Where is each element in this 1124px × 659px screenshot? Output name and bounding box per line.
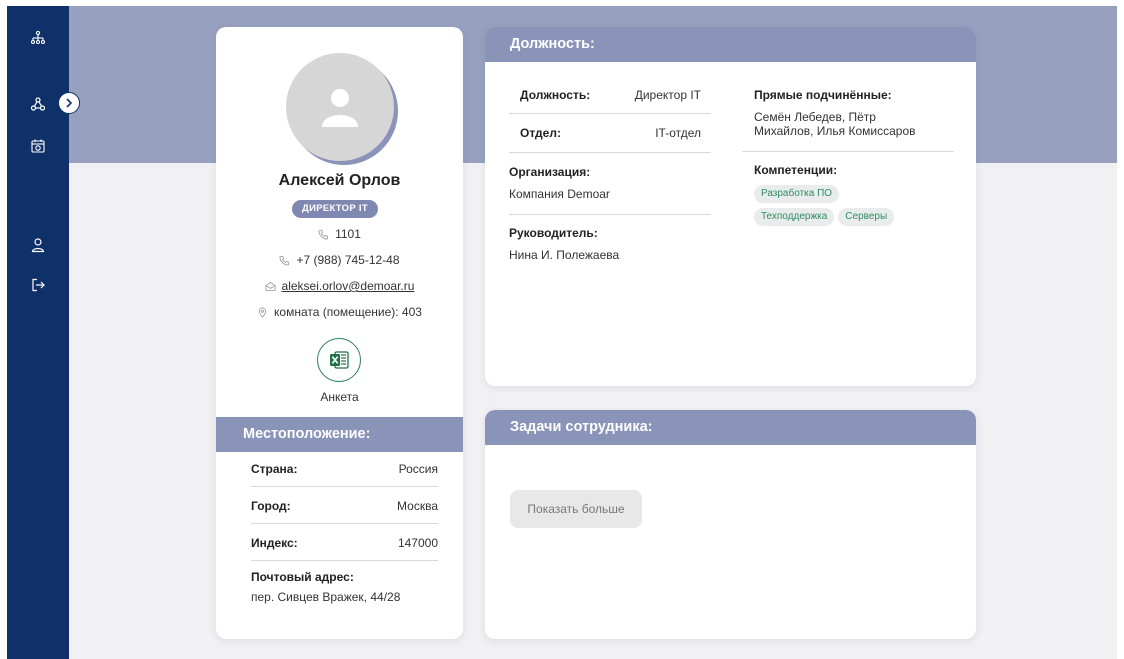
manager-label-wrap: Руководитель: xyxy=(509,226,598,240)
tasks-card: Задачи сотрудника: Показать больше xyxy=(485,410,976,639)
competencies-tags: Разработка ПО Техподдержка Серверы xyxy=(754,185,944,231)
organization-value: Компания Demoar xyxy=(509,187,610,201)
profile-card: Алексей Орлов ДИРЕКТОР IT 1101 +7 (988) … xyxy=(216,27,463,639)
room-row: комната (помещение): 403 xyxy=(216,305,463,319)
form-label[interactable]: Анкета xyxy=(216,390,463,404)
organization-label-wrap: Организация: xyxy=(509,165,590,179)
subordinates-line1-wrap: Семён Лебедев, Пётр xyxy=(754,110,876,124)
avatar xyxy=(286,53,398,165)
email-link[interactable]: aleksei.orlov@demoar.ru xyxy=(282,279,415,293)
location-row-city: Город: Москва xyxy=(251,488,438,524)
divider xyxy=(742,151,954,152)
position-label-wrap: Должность: xyxy=(520,88,590,102)
user-icon[interactable] xyxy=(28,235,48,255)
position-value-wrap: Директор IT xyxy=(627,88,701,102)
network-icon[interactable] xyxy=(28,94,48,114)
phone-icon xyxy=(318,229,329,239)
competencies-label-wrap: Компетенции: xyxy=(754,163,837,177)
job-card: Должность: Должность: Директор IT Отдел:… xyxy=(485,27,976,386)
competency-tag: Техподдержка xyxy=(754,208,835,226)
position-label: Должность: xyxy=(520,88,591,102)
logout-icon[interactable] xyxy=(28,275,48,295)
subordinates-line2-wrap: Михайлов, Илья Комиссаров xyxy=(754,124,916,138)
subordinates-line1: Семён Лебедев, Пётр xyxy=(754,110,876,124)
room-value: комната (помещение): 403 xyxy=(274,305,422,319)
position-value: Директор IT xyxy=(634,88,701,102)
phone-icon xyxy=(279,255,290,265)
role-badge: ДИРЕКТОР IT xyxy=(292,200,378,218)
country-label: Страна: xyxy=(251,461,298,476)
excel-form-button[interactable] xyxy=(317,338,361,382)
location-row-country: Страна: Россия xyxy=(251,451,438,487)
subordinates-label: Прямые подчинённые: xyxy=(754,88,892,102)
email-row: aleksei.orlov@demoar.ru xyxy=(216,279,463,293)
location-row-index: Индекс: 147000 xyxy=(251,525,438,561)
manager-value: Нина И. Полежаева xyxy=(509,248,620,262)
manager-value-wrap: Нина И. Полежаева xyxy=(509,248,619,262)
excel-icon xyxy=(330,351,349,369)
location-header: Местоположение: xyxy=(216,417,463,452)
phone-value: +7 (988) 745-12-48 xyxy=(296,253,400,267)
app-frame: Алексей Орлов ДИРЕКТОР IT 1101 +7 (988) … xyxy=(7,6,1117,659)
job-header: Должность: xyxy=(485,27,976,62)
divider xyxy=(509,113,711,114)
calendar-icon[interactable] xyxy=(28,136,48,156)
org-structure-icon[interactable] xyxy=(28,28,48,48)
competencies-label: Компетенции: xyxy=(754,163,838,177)
divider xyxy=(509,152,711,153)
sidebar xyxy=(7,6,80,659)
subordinates-line2: Михайлов, Илья Комиссаров xyxy=(754,124,916,138)
department-value-wrap: IT-отдел xyxy=(627,126,701,140)
competency-tag: Разработка ПО xyxy=(754,185,840,203)
sidebar-expand-button[interactable] xyxy=(58,92,80,114)
show-more-button[interactable]: Показать больше xyxy=(510,490,642,528)
location-pin-icon xyxy=(258,307,267,318)
index-label: Индекс: xyxy=(251,535,298,550)
extension-value: 1101 xyxy=(335,227,361,241)
extension-row: 1101 xyxy=(216,227,463,241)
organization-value-wrap: Компания Demoar xyxy=(509,187,610,201)
divider xyxy=(509,214,711,215)
phone-row: +7 (988) 745-12-48 xyxy=(216,253,463,267)
department-value: IT-отдел xyxy=(655,126,701,140)
avatar-placeholder-icon xyxy=(322,89,358,127)
address-value: пер. Сивцев Вражек, 44/28 xyxy=(251,590,401,604)
department-label: Отдел: xyxy=(520,126,561,140)
tasks-header: Задачи сотрудника: xyxy=(485,410,976,445)
competency-tag: Серверы xyxy=(838,208,895,226)
country-value: Россия xyxy=(398,461,438,476)
profile-name: Алексей Орлов xyxy=(278,172,401,189)
department-label-wrap: Отдел: xyxy=(520,126,561,140)
city-label: Город: xyxy=(251,498,291,513)
mail-icon xyxy=(265,281,276,291)
manager-label: Руководитель: xyxy=(509,226,598,240)
organization-label: Организация: xyxy=(509,165,591,179)
address-label: Почтовый адрес: xyxy=(251,570,354,584)
subordinates-label-wrap: Прямые подчинённые: xyxy=(754,88,892,102)
city-value: Москва xyxy=(397,498,438,513)
index-value: 147000 xyxy=(397,535,438,550)
